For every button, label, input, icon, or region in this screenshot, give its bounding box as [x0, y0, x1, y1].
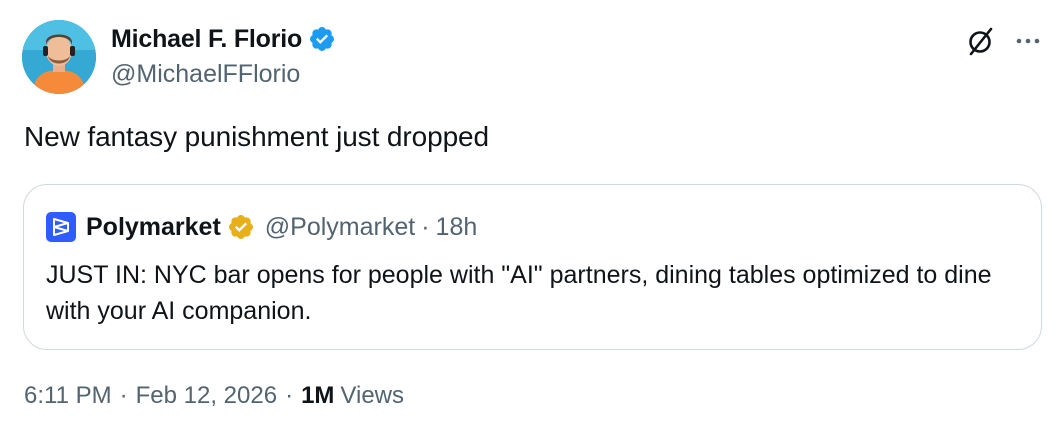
meta-separator: ·: [285, 382, 294, 409]
quoted-tweet-text: JUST IN: NYC bar opens for people with "…: [46, 261, 992, 325]
grok-icon[interactable]: [964, 24, 998, 58]
tweet-time[interactable]: 6:11 PM: [24, 382, 112, 410]
avatar[interactable]: [22, 20, 96, 94]
author-name[interactable]: Michael F. Florio: [111, 25, 302, 54]
gold-verified-badge-icon[interactable]: [227, 213, 255, 241]
tweet-card: Michael F. Florio @MichaelFFlorio New fa…: [0, 0, 1060, 430]
avatar-image: [22, 20, 96, 94]
views-label: Views: [340, 382, 404, 409]
quoted-separator: ·: [421, 212, 430, 241]
quoted-author-name[interactable]: Polymarket: [86, 213, 221, 242]
top-actions: [964, 24, 1042, 58]
views-count: 1M: [301, 382, 335, 409]
more-icon[interactable]: [1014, 27, 1042, 55]
quoted-author-handle[interactable]: @Polymarket: [265, 213, 415, 242]
quoted-timestamp[interactable]: 18h: [436, 213, 478, 242]
author-handle[interactable]: @MichaelFFlorio: [111, 60, 300, 89]
verified-badge-icon[interactable]: [308, 25, 336, 53]
tweet-date[interactable]: Feb 12, 2026: [136, 382, 277, 410]
tweet-meta: 6:11 PM · Feb 12, 2026 · 1M Views: [24, 382, 404, 410]
quoted-tweet-header: Polymarket @Polymarket · 18h: [46, 209, 477, 245]
tweet-text: New fantasy punishment just dropped: [24, 121, 489, 152]
meta-separator: ·: [119, 382, 128, 409]
polymarket-logo-icon[interactable]: [46, 212, 76, 242]
quoted-tweet[interactable]: Polymarket @Polymarket · 18h JUST IN: NY…: [23, 184, 1042, 350]
author-name-row: Michael F. Florio: [111, 22, 336, 56]
